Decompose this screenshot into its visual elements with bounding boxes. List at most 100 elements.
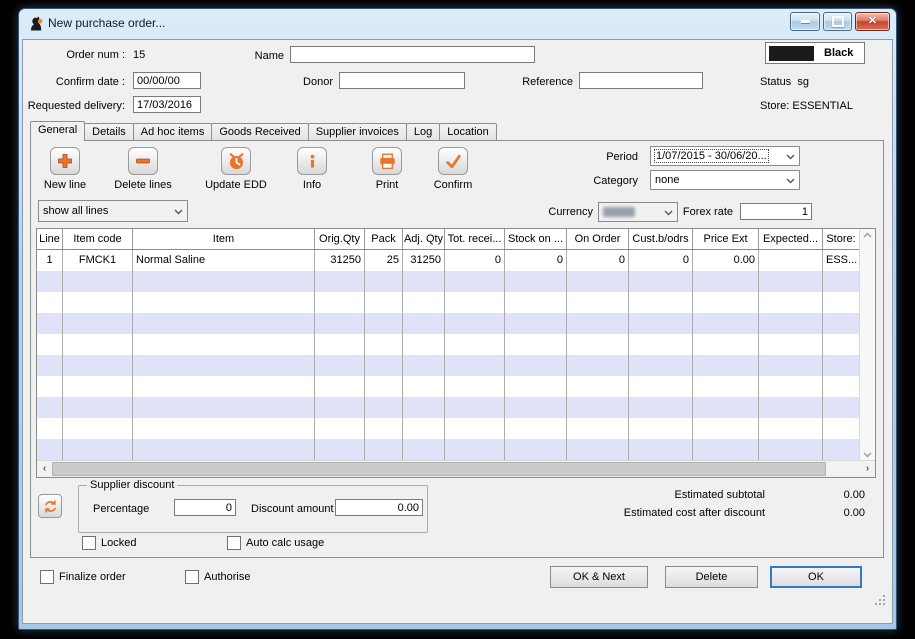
ok-and-next-button[interactable]: OK & Next xyxy=(550,566,648,588)
donor-field[interactable] xyxy=(339,72,465,89)
resize-grip[interactable] xyxy=(874,594,886,606)
table-cell xyxy=(365,376,403,397)
delete-button[interactable]: Delete xyxy=(665,566,758,588)
period-value: 1/07/2015 - 30/06/20... xyxy=(655,150,768,162)
toolbar-button-label: Delete lines xyxy=(114,179,171,191)
table-cell[interactable]: Normal Saline xyxy=(133,250,315,271)
table-row[interactable]: 1FMCK1Normal Saline31250253125000000.00E… xyxy=(37,250,860,271)
table-cell xyxy=(37,376,63,397)
titlebar[interactable]: New purchase order... ✕ xyxy=(18,8,897,39)
confirm-date-field[interactable] xyxy=(133,72,201,89)
window-title: New purchase order... xyxy=(48,16,165,30)
tab-details[interactable]: Details xyxy=(84,123,134,140)
table-cell xyxy=(133,439,315,460)
table-cell[interactable]: ESS... xyxy=(823,250,860,271)
column-header[interactable]: Cust.b/odrs xyxy=(629,229,693,249)
table-cell[interactable]: 31250 xyxy=(403,250,445,271)
name-field[interactable] xyxy=(290,46,535,63)
line-filter-dropdown[interactable]: show all lines xyxy=(38,200,188,222)
column-header[interactable]: Stock on ... xyxy=(505,229,567,249)
table-cell xyxy=(759,271,823,292)
update-edd-button[interactable]: Update EDD xyxy=(198,147,274,191)
scroll-up-icon[interactable] xyxy=(863,232,872,238)
forex-rate-field[interactable] xyxy=(740,203,812,220)
table-cell[interactable]: 0 xyxy=(445,250,505,271)
table-cell xyxy=(315,397,365,418)
table-cell[interactable] xyxy=(759,250,823,271)
column-header[interactable]: Price Ext xyxy=(693,229,759,249)
tab-goods-received[interactable]: Goods Received xyxy=(211,123,308,140)
table-cell[interactable]: 0.00 xyxy=(693,250,759,271)
column-header[interactable]: Expected... xyxy=(759,229,823,249)
percentage-field[interactable] xyxy=(174,499,236,516)
table-cell xyxy=(759,439,823,460)
delete-lines-button[interactable]: Delete lines xyxy=(105,147,181,191)
color-swatch-button[interactable]: Black xyxy=(765,42,865,64)
color-chip xyxy=(769,46,814,61)
table-cell xyxy=(629,439,693,460)
estimated-cost-after-discount-label: Estimated cost after discount xyxy=(518,506,765,520)
print-button[interactable]: Print xyxy=(349,147,425,191)
table-cell xyxy=(133,271,315,292)
new-line-button[interactable]: New line xyxy=(27,147,103,191)
column-header[interactable]: Tot. recei... xyxy=(445,229,505,249)
tab-bar: GeneralDetailsAd hoc itemsGoods Received… xyxy=(30,121,496,140)
authorise-checkbox[interactable] xyxy=(185,570,199,584)
scroll-left-icon[interactable]: ‹ xyxy=(37,461,52,477)
table-cell[interactable]: FMCK1 xyxy=(63,250,133,271)
horizontal-scrollbar-thumb[interactable] xyxy=(52,462,826,476)
status-value: sg xyxy=(797,76,809,88)
table-cell xyxy=(693,418,759,439)
locked-checkbox[interactable] xyxy=(82,536,96,550)
column-header[interactable]: Item code xyxy=(63,229,133,249)
forex-rate-label: Forex rate xyxy=(673,205,733,219)
period-dropdown[interactable]: 1/07/2015 - 30/06/20... xyxy=(650,146,800,166)
column-header[interactable]: On Order xyxy=(567,229,629,249)
column-header[interactable]: Store: xyxy=(823,229,860,249)
tab-log[interactable]: Log xyxy=(406,123,440,140)
table-cell xyxy=(37,439,63,460)
table-cell xyxy=(693,271,759,292)
reference-field[interactable] xyxy=(579,72,703,89)
table-cell xyxy=(315,418,365,439)
authorise-checkbox-row: Authorise xyxy=(185,570,250,584)
finalize-order-checkbox[interactable] xyxy=(40,570,54,584)
table-cell[interactable]: 0 xyxy=(567,250,629,271)
column-header[interactable]: Pack xyxy=(365,229,403,249)
confirm-button[interactable]: Confirm xyxy=(415,147,491,191)
discount-amount-field[interactable] xyxy=(335,499,423,516)
close-button[interactable]: ✕ xyxy=(855,12,890,31)
table-cell[interactable]: 25 xyxy=(365,250,403,271)
tab-ad-hoc-items[interactable]: Ad hoc items xyxy=(133,123,213,140)
maximize-button[interactable] xyxy=(823,12,852,31)
table-cell[interactable]: 1 xyxy=(37,250,63,271)
table-cell xyxy=(445,292,505,313)
vertical-scrollbar[interactable] xyxy=(859,229,875,461)
table-cell[interactable]: 0 xyxy=(505,250,567,271)
table-cell xyxy=(567,271,629,292)
column-header[interactable]: Line xyxy=(37,229,63,249)
minimize-button[interactable] xyxy=(790,12,820,31)
tab-general[interactable]: General xyxy=(30,121,85,141)
table-cell[interactable]: 31250 xyxy=(315,250,365,271)
recalculate-button[interactable] xyxy=(38,494,62,518)
requested-delivery-field[interactable] xyxy=(133,96,201,113)
status-label: Status sg xyxy=(760,75,809,89)
column-header[interactable]: Adj. Qty xyxy=(403,229,445,249)
scroll-down-icon[interactable] xyxy=(863,452,872,458)
scroll-right-icon[interactable]: › xyxy=(860,461,875,477)
column-header[interactable]: Item xyxy=(133,229,315,249)
category-dropdown[interactable]: none xyxy=(650,170,800,190)
locked-label: Locked xyxy=(101,537,136,549)
info-button[interactable]: Info xyxy=(274,147,350,191)
tab-supplier-invoices[interactable]: Supplier invoices xyxy=(308,123,407,140)
auto-calc-usage-checkbox[interactable] xyxy=(227,536,241,550)
tab-location[interactable]: Location xyxy=(439,123,497,140)
ok-button[interactable]: OK xyxy=(770,566,862,588)
table-cell[interactable]: 0 xyxy=(629,250,693,271)
column-header[interactable]: Orig.Qty xyxy=(315,229,365,249)
horizontal-scrollbar[interactable]: ‹ › xyxy=(37,460,875,477)
period-label: Period xyxy=(578,150,638,164)
table-cell xyxy=(823,271,860,292)
currency-dropdown[interactable] xyxy=(598,202,678,222)
